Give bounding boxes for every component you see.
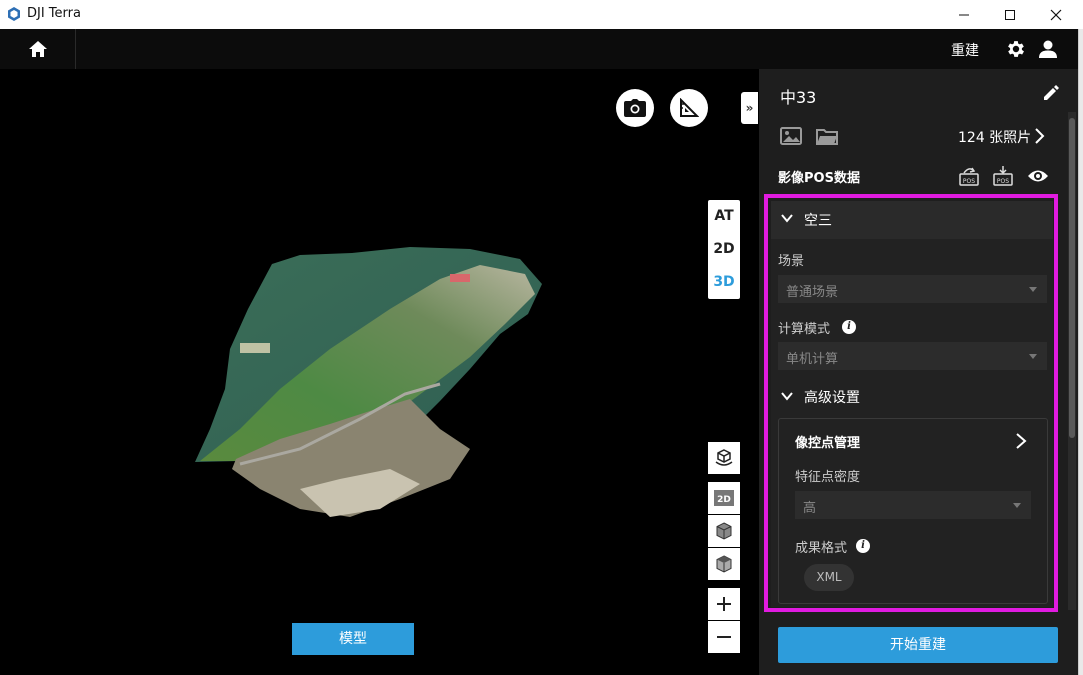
close-icon	[1050, 9, 1062, 20]
chevron-right-icon[interactable]	[1033, 127, 1045, 145]
view-mode-3d[interactable]: 3D	[708, 266, 740, 299]
home-icon	[28, 41, 47, 57]
scrollbar-thumb[interactable]	[1069, 118, 1075, 438]
side-view-button[interactable]	[708, 515, 740, 547]
minimize-icon	[959, 14, 969, 15]
cube-front-icon	[716, 522, 732, 540]
perspective-view-button[interactable]	[708, 548, 740, 580]
highlight-annotation	[764, 194, 1058, 612]
measure-button[interactable]	[670, 89, 708, 127]
camera-icon	[624, 99, 646, 117]
tab-rebuild[interactable]: 重建	[951, 40, 979, 60]
svg-text:POS: POS	[963, 178, 975, 185]
background-window-edge	[1078, 29, 1083, 675]
home-button[interactable]	[0, 29, 76, 69]
3d-viewport[interactable]: » AT 2D 3D 2D	[0, 69, 759, 675]
start-rebuild-button[interactable]: 开始重建	[778, 627, 1058, 663]
minus-icon	[717, 636, 731, 638]
project-name: 中33	[780, 88, 817, 107]
screenshot-button[interactable]	[616, 89, 654, 127]
view-mode-at[interactable]: AT	[708, 200, 740, 233]
view-mode-2d[interactable]: 2D	[708, 233, 740, 266]
reconstructed-terrain-model[interactable]	[0, 69, 759, 675]
maximize-button[interactable]	[987, 0, 1033, 29]
plus-icon	[717, 597, 731, 611]
pos-import-icon[interactable]: POS	[958, 165, 980, 187]
folder-icon[interactable]	[816, 127, 838, 145]
double-chevron-right-icon: »	[745, 101, 754, 115]
collapse-panel-button[interactable]: »	[741, 92, 758, 124]
zoom-in-button[interactable]	[708, 588, 740, 620]
title-bar: DJI Terra	[0, 0, 1083, 29]
image-icon[interactable]	[780, 127, 802, 145]
model-display-button[interactable]: 模型	[292, 623, 414, 655]
2d-view-icon: 2D	[714, 490, 734, 506]
eye-visibility-icon[interactable]	[1027, 167, 1049, 185]
app-window: DJI Terra 重建 » AT 2D 3D 2D 模型 中33 124 张照…	[0, 0, 1083, 675]
svg-text:POS: POS	[997, 178, 1009, 185]
ruler-triangle-icon	[680, 98, 699, 117]
maximize-icon	[1005, 9, 1015, 20]
photo-count[interactable]: 124 张照片	[958, 127, 1031, 147]
settings-gear-icon[interactable]	[1005, 38, 1027, 60]
user-account-icon[interactable]	[1037, 38, 1059, 60]
top-view-button[interactable]: 2D	[708, 482, 740, 514]
top-navigation: 重建	[0, 29, 1078, 69]
close-window-button[interactable]	[1033, 0, 1079, 29]
svg-text:2D: 2D	[717, 495, 731, 505]
edit-pencil-icon[interactable]	[1042, 84, 1060, 102]
minimize-button[interactable]	[941, 0, 987, 29]
zoom-out-button[interactable]	[708, 621, 740, 653]
cube-top-icon	[716, 555, 732, 573]
app-title: DJI Terra	[27, 6, 81, 21]
pos-data-label: 影像POS数据	[778, 171, 860, 186]
reset-view-button[interactable]	[708, 442, 740, 474]
rotate-cube-icon	[715, 449, 733, 466]
view-mode-switcher: AT 2D 3D	[708, 200, 740, 299]
dji-terra-logo-icon	[8, 7, 20, 21]
pos-export-icon[interactable]: POS	[992, 165, 1014, 187]
